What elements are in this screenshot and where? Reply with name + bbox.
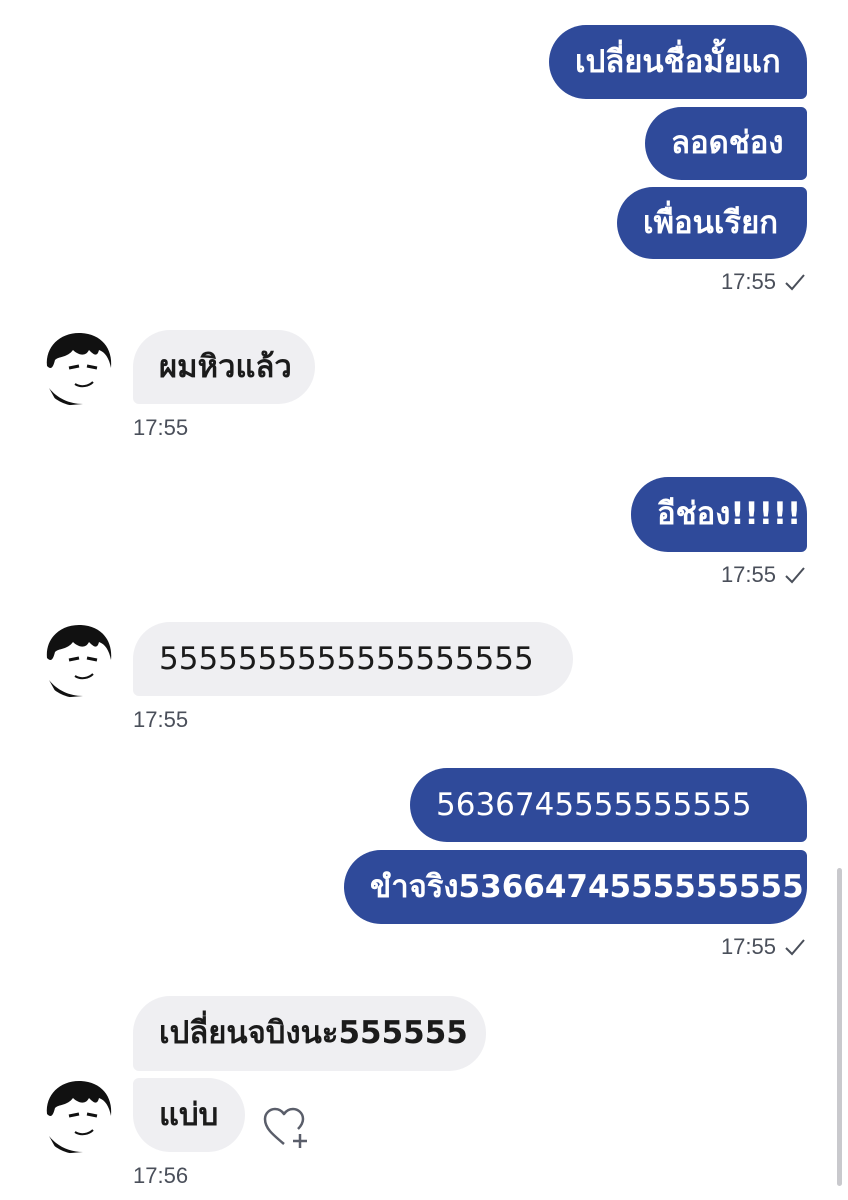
message-text: เปลี่ยนจบิงนะ555555 [159,1015,468,1051]
message-text: เพื่อนเรียก [643,204,779,241]
message-timestamp: 17:55 [721,562,806,588]
incoming-message[interactable]: แบ่บ [133,1078,245,1152]
contact-avatar[interactable] [39,620,117,698]
message-timestamp: 17:55 [721,269,806,295]
avatar-image [39,620,117,698]
message-text: อีช่อง!!!!! [657,496,802,532]
message-text: ผมหิวแล้ว [159,348,292,385]
outgoing-message[interactable]: ขำจริง5366474555555555 [344,850,807,924]
message-timestamp: 17:55 [721,934,806,960]
scrollbar[interactable] [837,868,842,1186]
message-text: ขำจริง5366474555555555 [370,868,804,905]
message-timestamp: 17:55 [133,415,189,440]
message-text: แบ่บ [159,1096,219,1133]
outgoing-message[interactable]: เปลี่ยนชื่อมั้ยแก [549,25,807,99]
outgoing-message[interactable]: อีช่อง!!!!! [631,477,807,552]
incoming-message[interactable]: 5555555555555555555 [133,622,573,696]
outgoing-message[interactable]: เพื่อนเรียก [617,187,807,259]
message-timestamp: 17:56 [133,1163,189,1188]
heart-plus-icon[interactable] [262,1104,312,1150]
incoming-message[interactable]: ผมหิวแล้ว [133,330,315,404]
outgoing-message[interactable]: 5636745555555555 [410,768,807,842]
outgoing-message[interactable]: ลอดช่อง [645,107,807,180]
checkmark-icon [785,274,805,291]
message-text: 5555555555555555555 [159,640,534,677]
message-timestamp: 17:55 [133,707,189,732]
incoming-message[interactable]: เปลี่ยนจบิงนะ555555 [133,996,486,1071]
checkmark-icon [785,939,805,956]
message-text: ลอดช่อง [671,125,784,161]
checkmark-icon [785,567,805,584]
contact-avatar[interactable] [39,1076,117,1154]
avatar-image [39,328,117,406]
message-text: เปลี่ยนชื่อมั้ยแก [575,43,781,80]
avatar-image [39,1076,117,1154]
contact-avatar[interactable] [39,328,117,406]
message-text: 5636745555555555 [436,786,752,823]
